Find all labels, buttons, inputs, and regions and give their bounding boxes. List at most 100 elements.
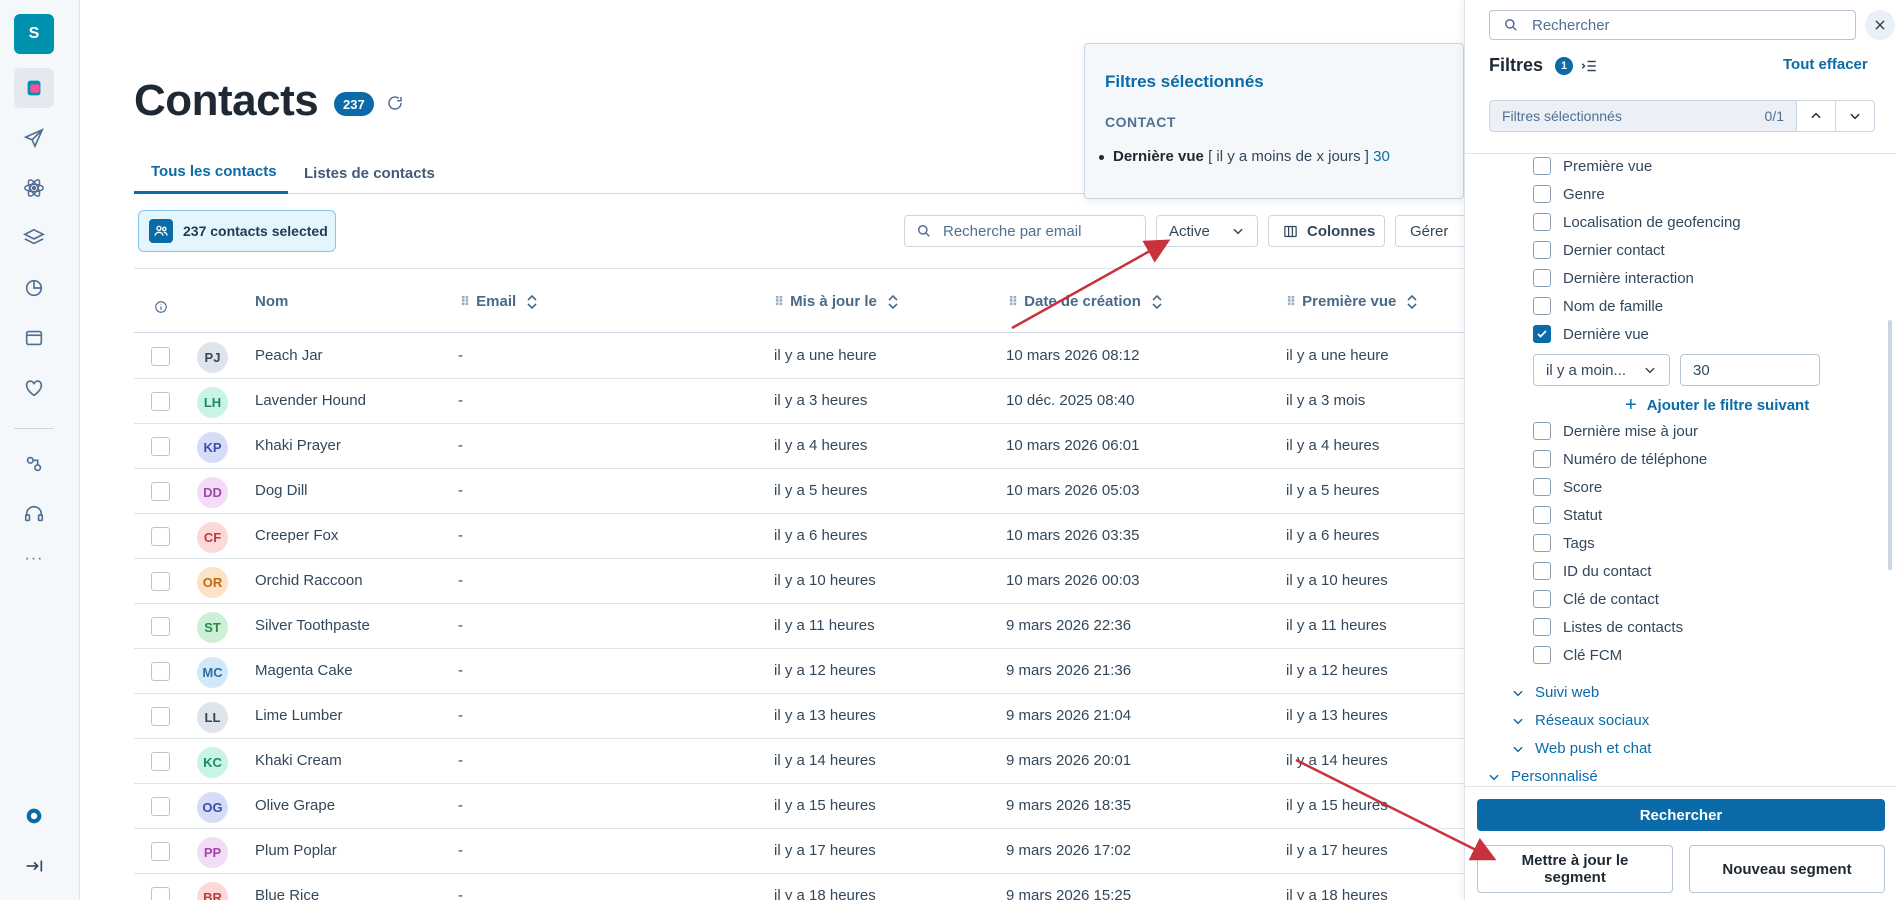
contact-name[interactable]: Khaki Prayer xyxy=(255,437,341,454)
table-row[interactable]: MC Magenta Cake - il y a 12 heures 9 mars 20… xyxy=(134,649,1464,694)
filter-field[interactable]: Statut xyxy=(1533,505,1602,525)
column-header-name[interactable]: Nom xyxy=(255,293,288,310)
contact-name[interactable]: Blue Rice xyxy=(255,887,319,900)
update-segment-button[interactable]: Mettre à jour le segment xyxy=(1477,845,1673,893)
drag-handle-icon[interactable]: ⠿ xyxy=(460,294,470,310)
tab-contact-lists[interactable]: Listes de contacts xyxy=(304,152,435,194)
contact-name[interactable]: Lime Lumber xyxy=(255,707,343,724)
table-row[interactable]: BR Blue Rice - il y a 18 heures 9 mars 2026 … xyxy=(134,874,1464,900)
checkbox[interactable] xyxy=(1533,590,1551,608)
filter-field[interactable]: Clé FCM xyxy=(1533,645,1622,665)
group-reseaux-sociaux[interactable]: Réseaux sociaux xyxy=(1511,712,1649,729)
table-row[interactable]: OG Olive Grape - il y a 15 heures 9 mars 202… xyxy=(134,784,1464,829)
table-row[interactable]: CF Creeper Fox - il y a 6 heures 10 mars 202… xyxy=(134,514,1464,559)
contact-name[interactable]: Dog Dill xyxy=(255,482,308,499)
group-suivi-web[interactable]: Suivi web xyxy=(1511,684,1599,701)
integrations-icon[interactable] xyxy=(14,444,54,484)
filter-field[interactable]: Nom de famille xyxy=(1533,296,1663,316)
chart-pie-icon[interactable] xyxy=(14,268,54,308)
table-row[interactable]: PJ Peach Jar - il y a une heure 10 mars 2026… xyxy=(134,334,1464,379)
contact-name[interactable]: Olive Grape xyxy=(255,797,335,814)
checkbox[interactable] xyxy=(1533,241,1551,259)
checkbox[interactable] xyxy=(1533,646,1551,664)
filter-field[interactable]: Dernière interaction xyxy=(1533,268,1694,288)
row-checkbox[interactable] xyxy=(151,707,170,726)
drag-handle-icon[interactable]: ⠿ xyxy=(1286,294,1296,310)
checkbox[interactable] xyxy=(1533,478,1551,496)
panel-scrollbar[interactable] xyxy=(1888,320,1892,570)
sort-icon[interactable] xyxy=(526,294,538,310)
filter-field[interactable]: Numéro de téléphone xyxy=(1533,449,1707,469)
checkbox[interactable] xyxy=(1533,506,1551,524)
row-checkbox[interactable] xyxy=(151,572,170,591)
row-checkbox[interactable] xyxy=(151,437,170,456)
checkbox[interactable] xyxy=(1533,297,1551,315)
checkbox-checked[interactable] xyxy=(1533,325,1551,343)
row-checkbox[interactable] xyxy=(151,482,170,501)
filter-field-last-seen[interactable]: Dernière vue xyxy=(1533,324,1649,344)
filter-field[interactable]: Première vue xyxy=(1533,156,1652,176)
filter-field[interactable]: Score xyxy=(1533,477,1602,497)
checkbox[interactable] xyxy=(1533,185,1551,203)
column-header-first-seen[interactable]: ⠿ Première vue xyxy=(1286,293,1418,310)
tab-all-contacts[interactable]: Tous les contacts xyxy=(134,152,288,194)
collapse-icon[interactable] xyxy=(14,846,54,886)
checkbox[interactable] xyxy=(1533,269,1551,287)
table-row[interactable]: LH Lavender Hound - il y a 3 heures 10 déc. … xyxy=(134,379,1464,424)
checkbox[interactable] xyxy=(1533,450,1551,468)
group-personnalise[interactable]: Personnalisé xyxy=(1487,768,1598,785)
checkbox[interactable] xyxy=(1533,157,1551,175)
refresh-icon[interactable] xyxy=(386,94,404,112)
sort-icon[interactable] xyxy=(1406,294,1418,310)
contact-name[interactable]: Magenta Cake xyxy=(255,662,353,679)
columns-button[interactable]: Colonnes xyxy=(1268,215,1385,247)
filter-value-input[interactable]: 30 xyxy=(1680,354,1820,386)
filter-field[interactable]: Dernier contact xyxy=(1533,240,1665,260)
filter-field[interactable]: Tags xyxy=(1533,533,1595,553)
loyalty-icon[interactable] xyxy=(14,368,54,408)
next-filter-button[interactable] xyxy=(1835,100,1875,132)
checkbox[interactable] xyxy=(1533,534,1551,552)
search-button[interactable]: Rechercher xyxy=(1477,799,1885,831)
row-checkbox[interactable] xyxy=(151,617,170,636)
atom-icon[interactable] xyxy=(14,168,54,208)
drag-handle-icon[interactable]: ⠿ xyxy=(1008,294,1018,310)
support-icon[interactable] xyxy=(14,494,54,534)
filter-field[interactable]: Listes de contacts xyxy=(1533,617,1683,637)
column-header-email[interactable]: ⠿ Email xyxy=(460,293,538,310)
operator-select[interactable]: il y a moin... xyxy=(1533,354,1670,386)
row-checkbox[interactable] xyxy=(151,347,170,366)
add-next-filter-link[interactable]: + Ajouter le filtre suivant xyxy=(1625,394,1809,417)
group-web-push[interactable]: Web push et chat xyxy=(1511,740,1651,757)
help-icon[interactable] xyxy=(14,796,54,836)
sort-icon[interactable] xyxy=(887,294,899,310)
contact-name[interactable]: Khaki Cream xyxy=(255,752,342,769)
filter-field[interactable]: Localisation de geofencing xyxy=(1533,212,1741,232)
status-select[interactable]: Active xyxy=(1156,215,1258,247)
filter-field[interactable]: ID du contact xyxy=(1533,561,1651,581)
checkbox[interactable] xyxy=(1533,618,1551,636)
manage-button[interactable]: Gérer xyxy=(1395,215,1470,247)
contact-name[interactable]: Silver Toothpaste xyxy=(255,617,370,634)
more-icon[interactable]: ··· xyxy=(14,550,54,568)
column-header-created[interactable]: ⠿ Date de création xyxy=(1008,293,1163,310)
filter-field[interactable]: Genre xyxy=(1533,184,1605,204)
row-checkbox[interactable] xyxy=(151,392,170,411)
new-segment-button[interactable]: Nouveau segment xyxy=(1689,845,1885,893)
table-row[interactable]: KC Khaki Cream - il y a 14 heures 9 mars 202… xyxy=(134,739,1464,784)
previous-filter-button[interactable] xyxy=(1796,100,1836,132)
selected-contacts-pill[interactable]: 237 contacts selected xyxy=(138,210,336,252)
row-checkbox[interactable] xyxy=(151,527,170,546)
drag-handle-icon[interactable]: ⠿ xyxy=(774,294,784,310)
row-checkbox[interactable] xyxy=(151,797,170,816)
contact-name[interactable]: Creeper Fox xyxy=(255,527,338,544)
filters-search-input[interactable]: Rechercher xyxy=(1489,10,1856,40)
filter-order-icon[interactable] xyxy=(1580,57,1598,75)
send-icon[interactable] xyxy=(14,118,54,158)
window-icon[interactable] xyxy=(14,318,54,358)
table-row[interactable]: LL Lime Lumber - il y a 13 heures 9 mars 202… xyxy=(134,694,1464,739)
contact-name[interactable]: Lavender Hound xyxy=(255,392,366,409)
sort-icon[interactable] xyxy=(1151,294,1163,310)
email-search-input[interactable]: Recherche par email xyxy=(904,215,1146,247)
table-row[interactable]: ST Silver Toothpaste - il y a 11 heures 9 ma… xyxy=(134,604,1464,649)
